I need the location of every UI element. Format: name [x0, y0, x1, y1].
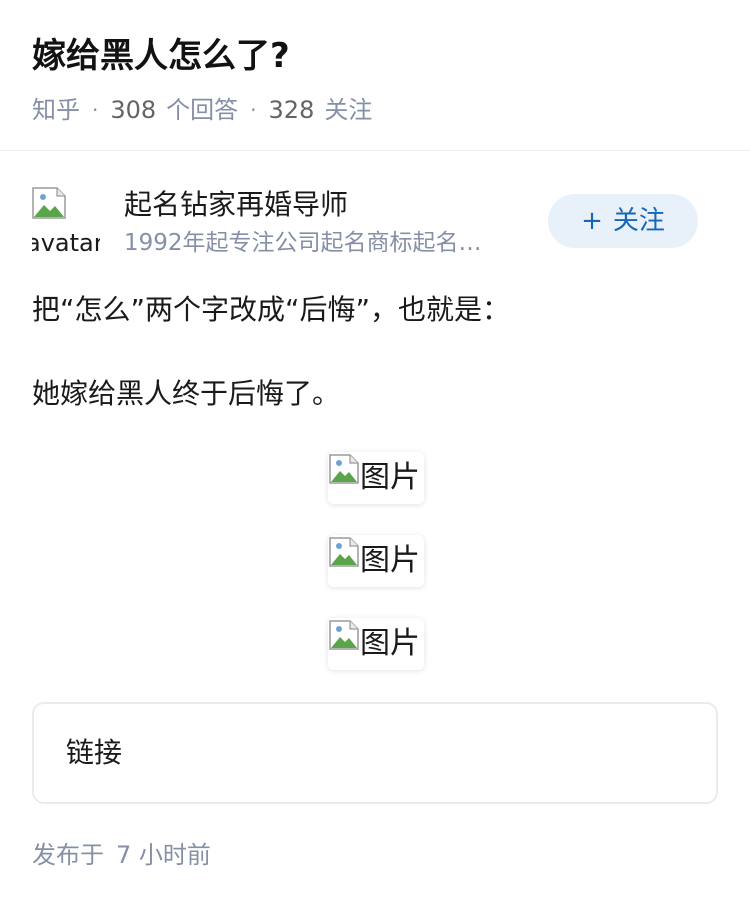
source-label[interactable]: 知乎: [32, 94, 80, 126]
broken-image-icon: [329, 537, 359, 567]
meta-separator: ·: [92, 98, 99, 122]
meta-separator: ·: [250, 98, 257, 122]
answer-count: 308: [110, 96, 157, 124]
follower-count-label: 关注: [324, 96, 373, 124]
answer-image[interactable]: 图片: [328, 535, 424, 587]
answer-paragraph: 把“怎么”两个字改成“后悔”，也就是：: [32, 293, 511, 326]
author-row: avatar 起名钻家再婚导师 1992年起专注公司起名商标起名… + 关注: [32, 183, 718, 263]
follow-button-label: 关注: [612, 206, 665, 236]
image-alt-text: 图片: [360, 543, 420, 578]
image-alt-text: 图片: [360, 460, 420, 495]
avatar-alt-text: avatar: [32, 229, 100, 255]
author-bio: 1992年起专注公司起名商标起名…: [124, 230, 482, 256]
answer-image[interactable]: 图片: [328, 452, 424, 504]
link-card-label: 链接: [66, 736, 123, 769]
broken-image-icon: [329, 454, 359, 484]
broken-image-icon: [32, 187, 66, 219]
publish-time-value: 7 小时前: [116, 841, 211, 869]
answer-count-label: 个回答: [166, 96, 239, 124]
author-name[interactable]: 起名钻家再婚导师: [124, 185, 348, 225]
answer-image[interactable]: 图片: [328, 618, 424, 670]
answer-paragraph: 她嫁给黑人终于后悔了。: [32, 377, 341, 410]
publish-time: 发布于 7 小时前: [32, 838, 211, 872]
publish-prefix: 发布于: [32, 841, 104, 869]
plus-icon: +: [581, 206, 603, 236]
broken-image-icon: [329, 620, 359, 650]
question-meta: 知乎 · 308 个回答 · 328 关注: [32, 94, 372, 126]
avatar[interactable]: avatar: [32, 187, 100, 255]
link-card[interactable]: 链接: [32, 702, 718, 804]
follower-count: 328: [268, 96, 315, 124]
image-alt-text: 图片: [360, 626, 420, 661]
follow-button[interactable]: + 关注: [548, 194, 698, 248]
question-title[interactable]: 嫁给黑人怎么了?: [32, 34, 290, 78]
question-header: 嫁给黑人怎么了? 知乎 · 308 个回答 · 328 关注: [0, 0, 750, 151]
